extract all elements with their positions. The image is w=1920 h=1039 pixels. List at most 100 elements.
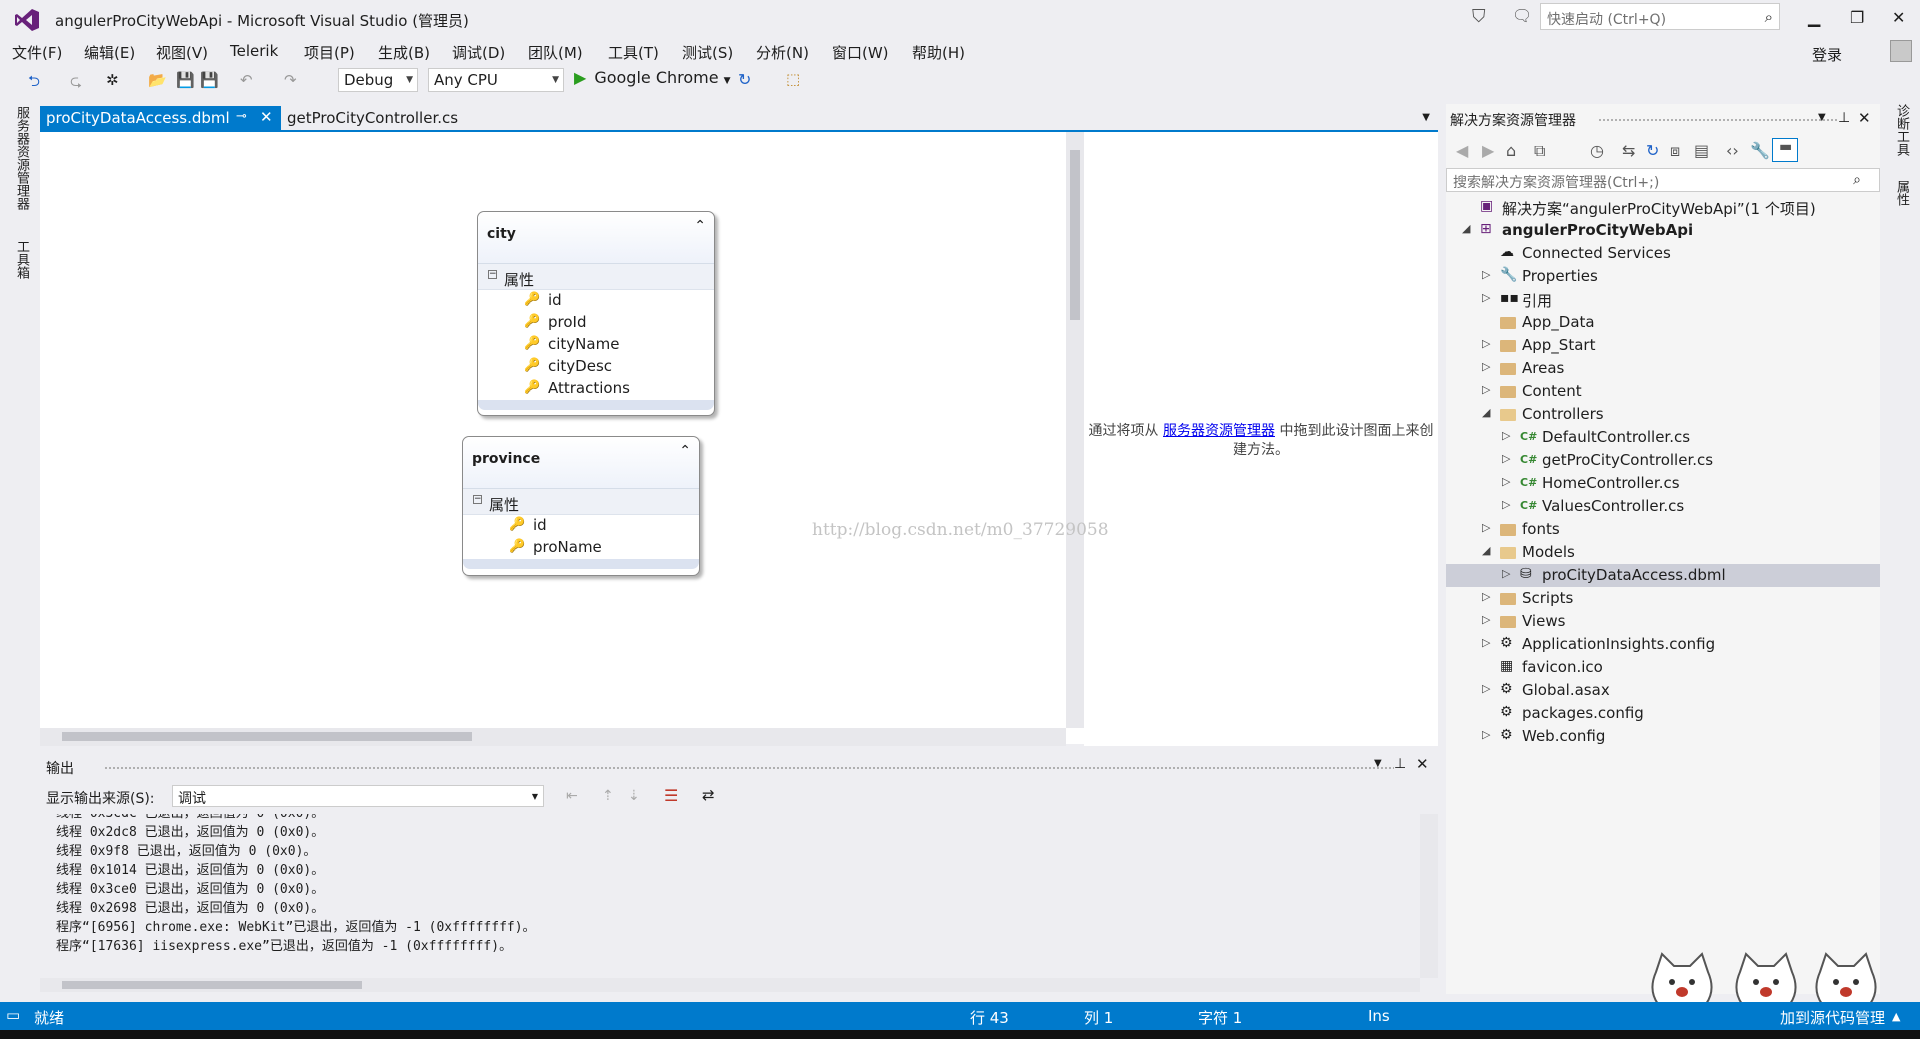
expanded-arrow-icon[interactable]: ◢: [1482, 406, 1490, 419]
tree-item[interactable]: ◢ Controllers: [1446, 403, 1880, 426]
designer-horizontal-scrollbar[interactable]: [40, 728, 1066, 746]
collapsed-arrow-icon[interactable]: ▷: [1482, 383, 1490, 396]
pending-changes-icon[interactable]: ◷: [1590, 141, 1604, 160]
menu-edit[interactable]: 编辑(E): [84, 42, 135, 63]
output-vertical-scrollbar[interactable]: [1420, 814, 1438, 978]
tree-item[interactable]: ▷ ⚙ Global.asax: [1446, 679, 1880, 702]
grip-dots[interactable]: [1598, 118, 1838, 122]
tree-item[interactable]: ▷ Scripts: [1446, 587, 1880, 610]
tree-item[interactable]: ▷ C# DefaultController.cs: [1446, 426, 1880, 449]
refresh-icon[interactable]: ↻: [1646, 141, 1659, 160]
start-debugging-button[interactable]: ▶ Google Chrome ▼: [574, 68, 731, 87]
tree-item[interactable]: ▦ favicon.ico: [1446, 656, 1880, 679]
close-icon[interactable]: ✕: [1858, 109, 1871, 127]
next-message-icon[interactable]: ⇣: [628, 788, 640, 804]
menu-view[interactable]: 视图(V): [156, 42, 208, 63]
collapsed-arrow-icon[interactable]: ▷: [1502, 475, 1510, 488]
menu-file[interactable]: 文件(F): [12, 42, 62, 63]
pin-icon[interactable]: ⊸: [236, 109, 247, 124]
tab-overflow-icon[interactable]: ▼: [1422, 112, 1430, 123]
entity-property[interactable]: 🔑 cityName: [478, 334, 714, 356]
menu-project[interactable]: 项目(P): [304, 42, 355, 63]
menu-team[interactable]: 团队(M): [528, 42, 583, 63]
menu-tools[interactable]: 工具(T): [608, 42, 659, 63]
designer-canvas[interactable]: city ⌃ − 属性 🔑 id 🔑 proId 🔑 cityName 🔑 cityDe…: [40, 132, 1066, 728]
tree-item[interactable]: ▷ C# getProCityController.cs: [1446, 449, 1880, 472]
scroll-thumb[interactable]: [62, 732, 472, 741]
redo-icon[interactable]: ↷: [284, 71, 297, 89]
collapsed-arrow-icon[interactable]: ▷: [1482, 613, 1490, 626]
menu-analyze[interactable]: 分析(N): [756, 42, 809, 63]
tree-item[interactable]: ▷ ⛁ proCityDataAccess.dbml: [1446, 564, 1880, 587]
collapse-icon[interactable]: ⌃: [679, 443, 691, 459]
forward-icon[interactable]: ⮎: [70, 71, 82, 96]
tree-item[interactable]: ◢ ⊞ angulerProCityWebApi: [1446, 219, 1880, 242]
tree-item[interactable]: ▣ 解决方案“angulerProCityWebApi”(1 个项目): [1446, 196, 1880, 219]
feedback-icon[interactable]: 🗨: [1512, 6, 1532, 25]
scroll-thumb[interactable]: [62, 981, 362, 989]
solution-tree[interactable]: ▣ 解决方案“angulerProCityWebApi”(1 个项目) ◢ ⊞ angu…: [1446, 196, 1880, 996]
output-text[interactable]: 线程 0x3cdc 已退出，返回值为 0 (0x0)。 线程 0x2dc8 已退…: [40, 814, 1420, 978]
back-icon[interactable]: ⮌: [28, 71, 40, 96]
home-icon[interactable]: ⌂: [1506, 141, 1516, 160]
entity-property[interactable]: 🔑 id: [463, 515, 699, 537]
collapsed-arrow-icon[interactable]: ▷: [1482, 291, 1490, 304]
show-all-files-icon[interactable]: ▤: [1694, 141, 1709, 160]
collapsed-arrow-icon[interactable]: ▷: [1502, 498, 1510, 511]
filter-icon[interactable]: ⛉: [1472, 6, 1486, 27]
close-icon[interactable]: ✕: [1416, 755, 1429, 773]
entity-property[interactable]: 🔑 id: [478, 290, 714, 312]
tab-properties[interactable]: 属性: [1892, 180, 1911, 206]
login-link[interactable]: 登录: [1812, 44, 1842, 65]
view-code-icon[interactable]: ‹›: [1726, 141, 1739, 160]
entity-section[interactable]: − 属性: [463, 489, 699, 515]
expanded-arrow-icon[interactable]: ◢: [1462, 222, 1470, 235]
word-wrap-icon[interactable]: ⇄: [702, 786, 715, 804]
collapse-all-icon[interactable]: ⧈: [1670, 141, 1680, 161]
collapsed-arrow-icon[interactable]: ▷: [1482, 636, 1490, 649]
tab-toolbox[interactable]: 工具箱: [12, 240, 31, 279]
tree-item[interactable]: ▷ C# ValuesController.cs: [1446, 495, 1880, 518]
quick-launch-input[interactable]: 快速启动 (Ctrl+Q) ⌕: [1540, 3, 1780, 30]
collapsed-arrow-icon[interactable]: ▷: [1482, 590, 1490, 603]
tree-item[interactable]: ▷ ⚙ ApplicationInsights.config: [1446, 633, 1880, 656]
menu-build[interactable]: 生成(B): [378, 42, 430, 63]
menu-debug[interactable]: 调试(D): [452, 42, 505, 63]
tab-server-explorer[interactable]: 服务器资源管理器: [12, 106, 31, 210]
collapsed-arrow-icon[interactable]: ▷: [1482, 728, 1490, 741]
close-icon[interactable]: ✕: [260, 108, 273, 126]
server-explorer-link[interactable]: 服务器资源管理器: [1163, 423, 1275, 439]
entity-property[interactable]: 🔑 proId: [478, 312, 714, 334]
platform-select[interactable]: Any CPU ▼: [428, 68, 564, 92]
entity-city[interactable]: city ⌃ − 属性 🔑 id 🔑 proId 🔑 cityName 🔑 cityDe…: [477, 211, 715, 416]
tree-item[interactable]: ▷ C# HomeController.cs: [1446, 472, 1880, 495]
tree-item[interactable]: ▷ 🔧 Properties: [1446, 265, 1880, 288]
menu-telerik[interactable]: Telerik: [230, 42, 278, 60]
tree-item[interactable]: ▷ Areas: [1446, 357, 1880, 380]
entity-property[interactable]: 🔑 Attractions: [478, 378, 714, 400]
undo-icon[interactable]: ↶: [240, 71, 253, 89]
collapsed-arrow-icon[interactable]: ▷: [1482, 360, 1490, 373]
minimize-button[interactable]: ▁: [1808, 8, 1820, 27]
prev-message-icon[interactable]: ⇡: [602, 788, 614, 804]
collapsed-arrow-icon[interactable]: ▷: [1502, 452, 1510, 465]
add-to-source-control[interactable]: 加到源代码管理: [1780, 1007, 1885, 1028]
output-source-select[interactable]: 调试 ▼: [172, 785, 544, 807]
menu-help[interactable]: 帮助(H): [912, 42, 965, 63]
collapsed-arrow-icon[interactable]: ▷: [1482, 337, 1490, 350]
save-icon[interactable]: 💾: [176, 71, 195, 89]
browser-link-icon[interactable]: ⬚: [786, 70, 800, 88]
preview-icon[interactable]: ▬: [1772, 138, 1798, 162]
window-menu-icon[interactable]: ▼: [1374, 758, 1382, 769]
solution-search-input[interactable]: 搜索解决方案资源管理器(Ctrl+;) ⌕: [1446, 168, 1880, 192]
close-window-button[interactable]: ✕: [1892, 8, 1905, 27]
tree-item[interactable]: App_Data: [1446, 311, 1880, 334]
collapsed-arrow-icon[interactable]: ▷: [1502, 567, 1510, 580]
output-horizontal-scrollbar[interactable]: [40, 978, 1420, 992]
open-file-icon[interactable]: 📂: [148, 71, 167, 89]
sync-icon[interactable]: ⇆: [1622, 141, 1635, 160]
tree-item[interactable]: ▷ Views: [1446, 610, 1880, 633]
configuration-select[interactable]: Debug ▼: [338, 68, 418, 92]
tree-item[interactable]: ▷ Content: [1446, 380, 1880, 403]
wrench-icon[interactable]: 🔧: [1750, 141, 1770, 160]
